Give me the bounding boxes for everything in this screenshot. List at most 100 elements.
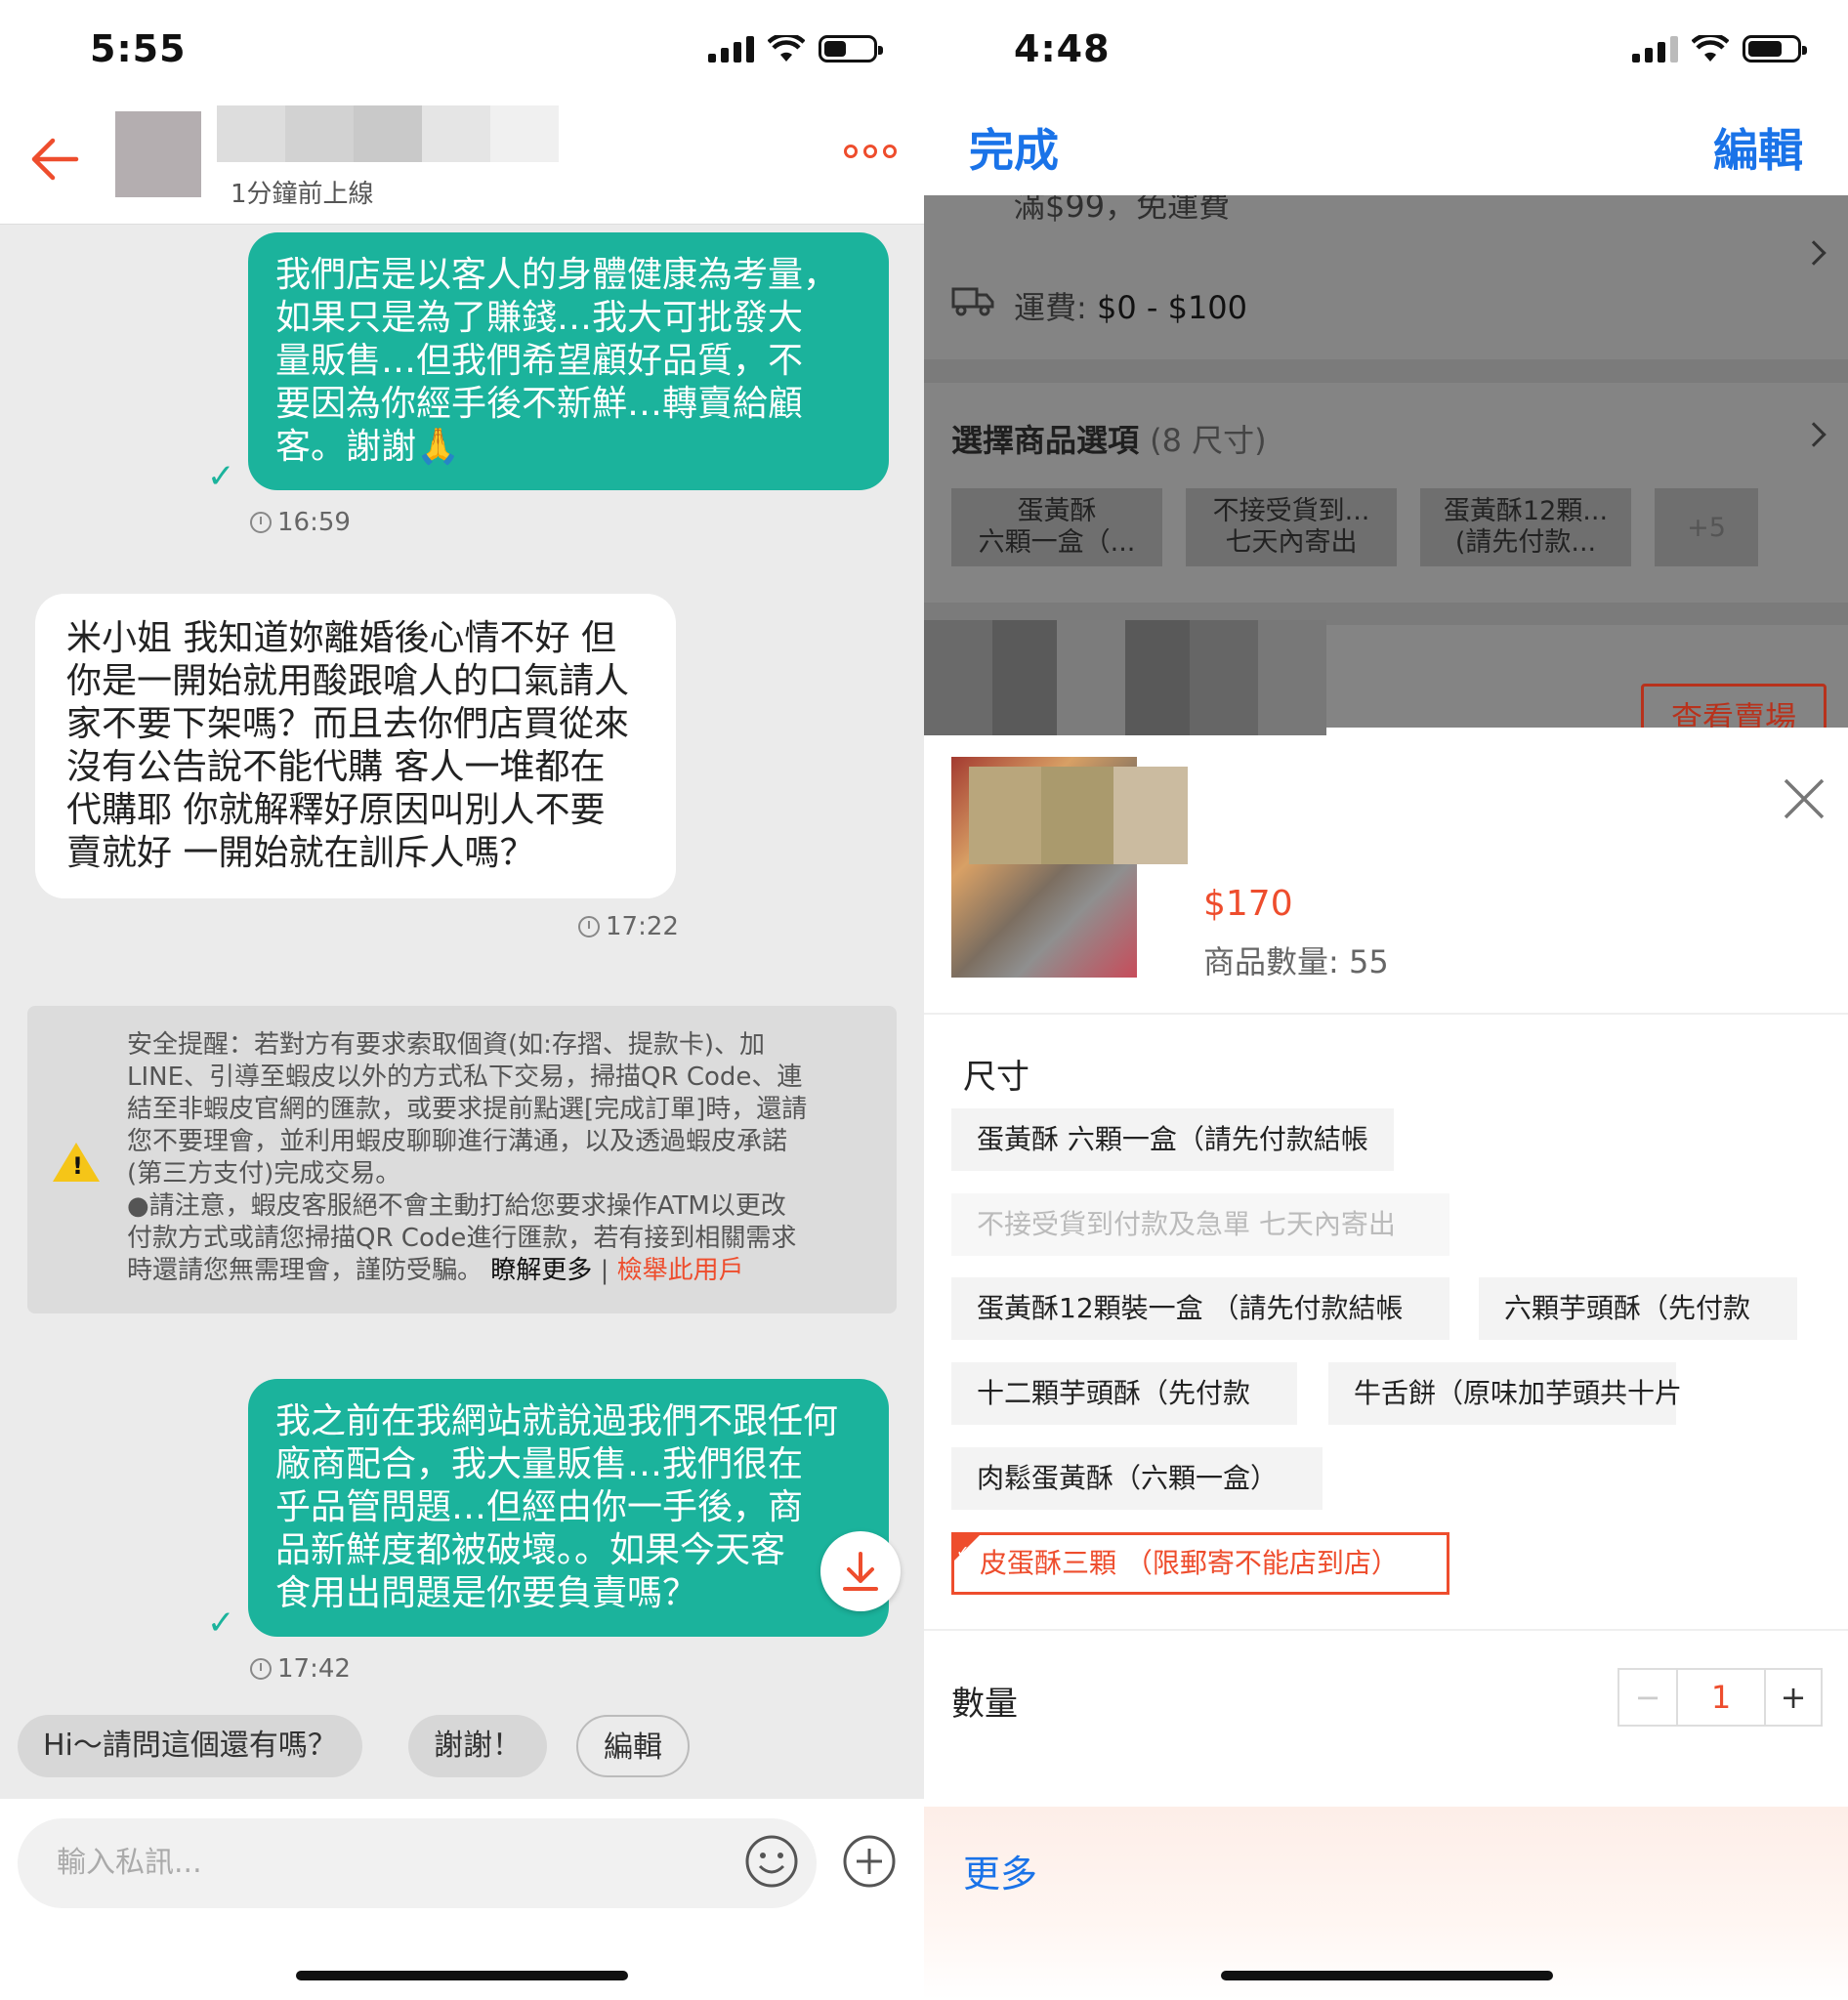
message-line: 如果只是為了賺錢…我大可批發大: [275, 298, 804, 338]
size-label: 尺寸: [963, 1058, 1029, 1097]
view-shop-button[interactable]: 查看賣場: [1641, 684, 1827, 728]
clock-icon: [250, 1658, 272, 1680]
message-line: 乎品管問題…但經由你一手後，商: [275, 1487, 804, 1527]
more-chips-badge[interactable]: +5: [1655, 488, 1758, 566]
option-chip[interactable]: 不接受貨到... 七天內寄出: [1186, 488, 1397, 566]
read-check-icon: ✓: [207, 1604, 235, 1643]
online-status: 1分鐘前上線: [231, 180, 374, 209]
option-chip[interactable]: 蛋黃酥12顆... (請先付款...: [1420, 488, 1631, 566]
signal-icon: [708, 35, 754, 62]
quantity-value[interactable]: 1: [1678, 1670, 1766, 1725]
truck-icon: [951, 287, 994, 316]
thumbnail-redaction: [969, 767, 1188, 864]
message-input[interactable]: 輸入私訊...: [18, 1818, 817, 1908]
message-line: 賣就好 一開始就在訓斥人嗎？: [66, 833, 535, 873]
contact-name-redacted: [217, 105, 559, 162]
more-options-icon[interactable]: [844, 145, 897, 158]
message-line: 我們店是以客人的身體健康為考量，: [275, 255, 839, 295]
wifi-icon: [1692, 35, 1729, 62]
size-option[interactable]: 肉鬆蛋黃酥（六顆一盒）: [951, 1447, 1323, 1510]
emoji-icon[interactable]: [744, 1834, 799, 1889]
timestamp-text: 17:22: [606, 912, 679, 941]
clock-icon: [578, 916, 600, 938]
quantity-increase-button[interactable]: +: [1766, 1670, 1821, 1725]
status-icons: [708, 35, 883, 62]
quantity-decrease-button[interactable]: −: [1619, 1670, 1678, 1725]
checkmark-icon: ✓: [956, 1542, 970, 1561]
notice-line: 您不要理會，並利用蝦皮聊聊進行溝通，以及透過蝦皮承諾: [127, 1127, 788, 1156]
add-attachment-icon[interactable]: [842, 1834, 897, 1889]
scroll-to-bottom-button[interactable]: [820, 1531, 901, 1611]
edit-quick-replies-button[interactable]: 編輯: [576, 1715, 690, 1777]
quick-reply-button[interactable]: Hi～請問這個還有嗎？: [18, 1715, 362, 1777]
message-line: 品新鮮度都被破壞。。如果今天客: [275, 1530, 786, 1570]
size-option[interactable]: 十二顆芋頭酥（先付款: [951, 1362, 1297, 1425]
status-time: 4:48: [1014, 27, 1111, 70]
message-line: 客。謝謝🙏: [275, 427, 460, 467]
chip-line: 蛋黃酥12顆...: [1443, 496, 1609, 526]
size-option[interactable]: 蛋黃酥12顆裝一盒 （請先付款結帳: [951, 1277, 1449, 1340]
battery-icon: [819, 35, 883, 62]
notice-line: (第三方支付)完成交易。: [127, 1159, 401, 1188]
message-timestamp: 17:22: [578, 912, 679, 941]
timestamp-text: 16:59: [277, 508, 351, 537]
chat-screen: 5:55 1分鐘前上線 我們店是以客人的身體健康為考量， 如果只是為了賺錢…我大…: [0, 0, 924, 2000]
product-options-screen: 4:48 完成 編輯 滿$99，免運費 運費: $0 - $100 選擇商品選項…: [924, 0, 1848, 2000]
timestamp-text: 17:42: [277, 1654, 351, 1684]
message-line: 你是一開始就用酸跟嗆人的口氣請人: [66, 661, 630, 701]
learn-more-link[interactable]: 瞭解更多: [490, 1256, 592, 1285]
shipping-label: 運費:: [1014, 289, 1087, 326]
size-option[interactable]: 牛舌餅（原味加芋頭共十片: [1328, 1362, 1682, 1425]
quick-reply-button[interactable]: 謝謝！: [408, 1715, 547, 1777]
notice-line: 結至非蝦皮官網的匯款，或要求提前點選[完成訂單]時，還請: [127, 1095, 808, 1124]
message-line: 廠商配合，我大量販售…我們很在: [275, 1444, 804, 1484]
size-option[interactable]: 六顆芋頭酥（先付款: [1479, 1277, 1797, 1340]
message-bubble-outgoing[interactable]: 我們店是以客人的身體健康為考量， 如果只是為了賺錢…我大可批發大 量販售…但我們…: [248, 232, 889, 490]
option-chip[interactable]: 蛋黃酥 六顆一盒（...: [951, 488, 1162, 566]
home-indicator: [1221, 1971, 1553, 1980]
report-user-link[interactable]: 檢舉此用戶: [617, 1256, 744, 1285]
message-line: 代購耶 你就解釋好原因叫別人不要: [66, 790, 606, 830]
options-count: (8 尺寸): [1150, 422, 1267, 459]
back-arrow-icon[interactable]: [27, 135, 82, 184]
divider: [924, 1013, 1848, 1015]
home-indicator: [296, 1971, 628, 1980]
chevron-right-icon: [1801, 422, 1827, 447]
chip-line: 七天內寄出: [1225, 527, 1358, 558]
clock-icon: [250, 512, 272, 533]
options-title-text: 選擇商品選項: [951, 422, 1140, 459]
chip-line: 不接受貨到...: [1212, 496, 1370, 526]
top-nav: 完成 編輯: [924, 98, 1848, 195]
quantity-label: 數量: [951, 1685, 1018, 1724]
safety-notice-text: 安全提醒：若對方有要求索取個資(如:存摺、提款卡)、加 LINE、引導至蝦皮以外…: [127, 1029, 879, 1287]
signal-icon: [1632, 35, 1678, 62]
edit-button[interactable]: 編輯: [1713, 115, 1803, 180]
shipping-row: 運費: $0 - $100: [1014, 283, 1247, 328]
size-option-selected[interactable]: ✓ 皮蛋酥三顆 （限郵寄不能店到店）: [951, 1532, 1449, 1595]
message-line: 家不要下架嗎？而且去你們店買從來: [66, 704, 630, 744]
chip-line: (請先付款...: [1454, 527, 1597, 558]
message-bubble-outgoing[interactable]: 我之前在我網站就說過我們不跟任何 廠商配合，我大量販售…我們很在 乎品管問題…但…: [248, 1379, 889, 1637]
more-bar: 更多: [924, 1807, 1848, 2000]
done-button[interactable]: 完成: [969, 115, 1059, 180]
message-bubble-incoming[interactable]: 米小姐 我知道妳離婚後心情不好 但 你是一開始就用酸跟嗆人的口氣請人 家不要下架…: [35, 594, 676, 898]
message-line: 米小姐 我知道妳離婚後心情不好 但: [66, 618, 616, 658]
status-bar: 5:55: [0, 0, 924, 98]
divider: [924, 1629, 1848, 1631]
close-icon[interactable]: [1782, 776, 1827, 821]
chip-line: 蛋黃酥: [1017, 496, 1097, 526]
more-button[interactable]: 更多: [963, 1844, 1037, 1897]
message-timestamp: 16:59: [250, 508, 351, 537]
product-stock: 商品數量: 55: [1203, 943, 1389, 980]
size-option[interactable]: 蛋黃酥 六顆一盒（請先付款結帳: [951, 1108, 1394, 1171]
message-line: 量販售…但我們希望顧好品質，不: [275, 341, 804, 381]
status-icons: [1632, 35, 1807, 62]
notice-line: ●請注意，蝦皮客服絕不會主動打給您要求操作ATM以更改: [127, 1191, 786, 1221]
battery-icon: [1743, 35, 1807, 62]
redacted-area: [924, 620, 1326, 735]
avatar[interactable]: [115, 111, 201, 197]
notice-line: 安全提醒：若對方有要求索取個資(如:存摺、提款卡)、加: [127, 1030, 766, 1060]
chip-line: 六顆一盒（...: [978, 527, 1136, 558]
message-timestamp: 17:42: [250, 1654, 351, 1684]
status-time: 5:55: [90, 27, 187, 70]
